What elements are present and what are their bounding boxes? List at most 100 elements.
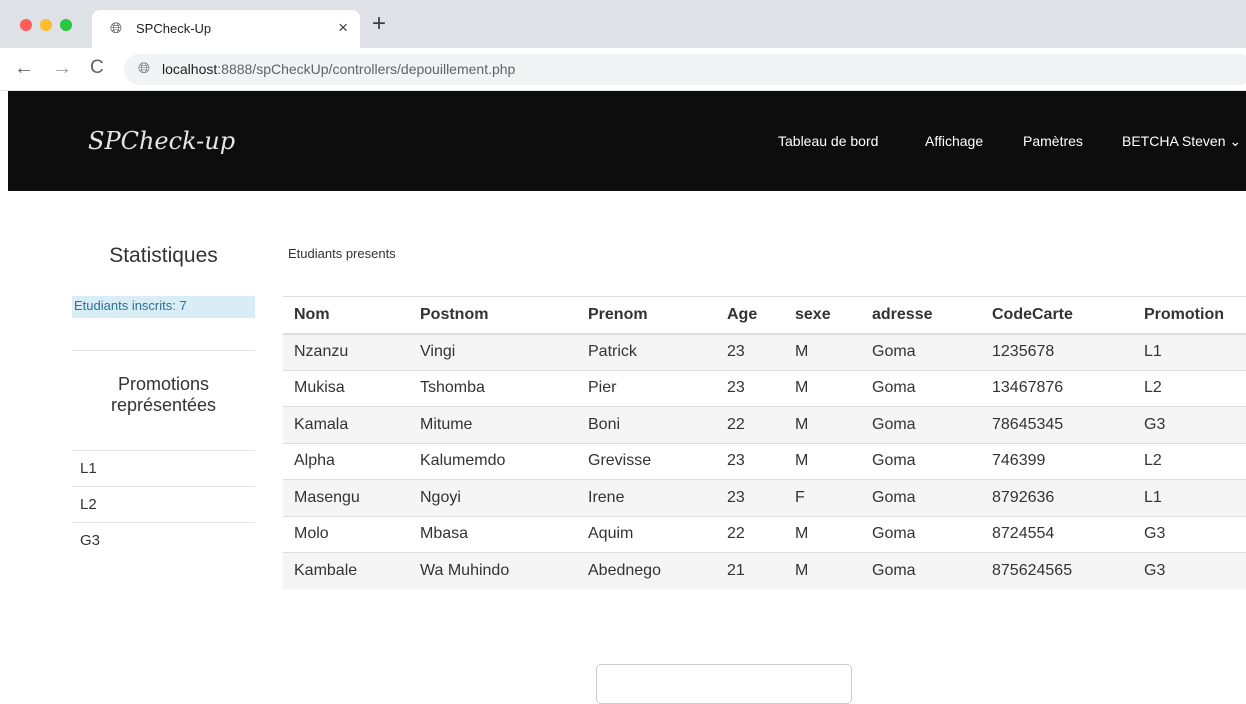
url-field[interactable]: 🌐︎ localhost:8888/spCheckUp/controllers/… [124, 54, 1246, 85]
cell-adresse: Goma [861, 333, 981, 370]
promotions-list: L1 L2 G3 [72, 451, 255, 559]
cell-promotion: L1 [1133, 479, 1246, 516]
cell-promotion: G3 [1133, 406, 1246, 443]
cell-promotion: L2 [1133, 442, 1246, 480]
brand-logo[interactable]: SPCheck-up [88, 127, 235, 155]
nav-tableau-de-bord[interactable]: Tableau de bord [778, 133, 878, 149]
browser-tab[interactable]: 🌐︎ SPCheck-Up × [92, 10, 360, 48]
cell-age: 21 [716, 552, 784, 589]
cell-age: 22 [716, 515, 784, 553]
cell-prenom: Irene [577, 479, 716, 516]
promotion-item-g3[interactable]: G3 [72, 523, 255, 559]
arrow-left-icon[interactable]: ← [14, 57, 34, 79]
url-path: :8888/spCheckUp/controllers/depouillemen… [217, 61, 516, 77]
cell-sexe: M [784, 406, 861, 443]
cell-age: 23 [716, 442, 784, 480]
statistics-title: Statistiques [109, 244, 218, 267]
cell-sexe: M [784, 333, 861, 370]
table-header-row: Nom Postnom Prenom Age sexe adresse Code… [283, 296, 1246, 335]
promotion-item-l2[interactable]: L2 [72, 487, 255, 523]
tab-title: SPCheck-Up [136, 21, 212, 36]
cell-promotion: L2 [1133, 369, 1246, 407]
cell-nom: Mukisa [283, 369, 409, 407]
cell-postnom: Kalumemdo [409, 442, 577, 480]
bottom-button[interactable] [596, 664, 852, 704]
site-info-icon[interactable]: 🌐︎ [138, 61, 150, 77]
table-row: Nzanzu Vingi Patrick 23 M Goma 1235678 L1 [283, 333, 1246, 370]
cell-promotion: G3 [1133, 552, 1246, 589]
maximize-window-button[interactable] [60, 19, 72, 31]
divider [72, 350, 255, 351]
column-header-codecarte: CodeCarte [981, 296, 1133, 335]
cell-prenom: Boni [577, 406, 716, 443]
nav-affichage[interactable]: Affichage [925, 133, 983, 149]
minimize-window-button[interactable] [40, 19, 52, 31]
cell-postnom: Vingi [409, 333, 577, 370]
cell-codecarte: 78645345 [981, 406, 1133, 443]
chevron-down-icon: ⌄ [1229, 133, 1242, 149]
promotions-title-line2: représentées [110, 395, 217, 415]
close-tab-icon[interactable]: × [338, 18, 348, 38]
cell-promotion: L1 [1133, 333, 1246, 370]
column-header-age: Age [716, 296, 784, 335]
cell-prenom: Aquim [577, 515, 716, 553]
cell-age: 23 [716, 333, 784, 370]
cell-postnom: Tshomba [409, 369, 577, 407]
promotions-title: Promotions représentées [72, 374, 255, 416]
user-name: BETCHA Steven [1122, 133, 1226, 149]
cell-codecarte: 8792636 [981, 479, 1133, 516]
cell-postnom: Mitume [409, 406, 577, 443]
cell-age: 22 [716, 406, 784, 443]
arrow-right-icon[interactable]: → [52, 57, 72, 79]
nav-user-menu[interactable]: BETCHA Steven ⌄ [1122, 133, 1241, 150]
table-row: Mukisa Tshomba Pier 23 M Goma 13467876 L2 [283, 369, 1246, 407]
cell-sexe: M [784, 442, 861, 480]
nav-parametres[interactable]: Pamètres [1023, 133, 1083, 149]
url-text: localhost:8888/spCheckUp/controllers/dep… [162, 61, 515, 77]
cell-adresse: Goma [861, 406, 981, 443]
table-row: Molo Mbasa Aquim 22 M Goma 8724554 G3 [283, 515, 1246, 553]
column-header-prenom: Prenom [577, 296, 716, 335]
cell-nom: Molo [283, 515, 409, 553]
reload-icon[interactable]: C [90, 57, 104, 79]
cell-sexe: M [784, 515, 861, 553]
cell-sexe: M [784, 369, 861, 407]
globe-icon: 🌐︎ [110, 20, 123, 37]
cell-codecarte: 8724554 [981, 515, 1133, 553]
table-row: Alpha Kalumemdo Grevisse 23 M Goma 746399 L2 [283, 442, 1246, 480]
url-host: localhost [162, 61, 218, 77]
address-bar: ← → C 🌐︎ localhost:8888/spCheckUp/contro… [0, 48, 1246, 91]
promotions-title-line1: Promotions [117, 374, 210, 394]
cell-nom: Masengu [283, 479, 409, 516]
cell-codecarte: 875624565 [981, 552, 1133, 589]
promotion-item-l1[interactable]: L1 [72, 451, 255, 487]
column-header-adresse: adresse [861, 296, 981, 335]
cell-prenom: Pier [577, 369, 716, 407]
cell-adresse: Goma [861, 515, 981, 553]
cell-codecarte: 13467876 [981, 369, 1133, 407]
column-header-sexe: sexe [784, 296, 861, 335]
table-row: Kamala Mitume Boni 22 M Goma 78645345 G3 [283, 406, 1246, 443]
cell-prenom: Grevisse [577, 442, 716, 480]
cell-age: 23 [716, 369, 784, 407]
cell-nom: Nzanzu [283, 333, 409, 370]
cell-postnom: Mbasa [409, 515, 577, 553]
cell-prenom: Abednego [577, 552, 716, 589]
cell-codecarte: 1235678 [981, 333, 1133, 370]
cell-adresse: Goma [861, 442, 981, 480]
students-table: Nom Postnom Prenom Age sexe adresse Code… [283, 296, 1246, 589]
browser-tab-bar: 🌐︎ SPCheck-Up × + [0, 0, 1246, 48]
table-row: Masengu Ngoyi Irene 23 F Goma 8792636 L1 [283, 479, 1246, 516]
cell-nom: Alpha [283, 442, 409, 480]
site-navbar: SPCheck-up Tableau de bord Affichage Pam… [8, 91, 1246, 191]
new-tab-button[interactable]: + [372, 12, 386, 36]
cell-adresse: Goma [861, 552, 981, 589]
table-row: Kambale Wa Muhindo Abednego 21 M Goma 87562456… [283, 552, 1246, 589]
cell-sexe: F [784, 479, 861, 516]
close-window-button[interactable] [20, 19, 32, 31]
cell-age: 23 [716, 479, 784, 516]
cell-promotion: G3 [1133, 515, 1246, 553]
cell-nom: Kambale [283, 552, 409, 589]
cell-prenom: Patrick [577, 333, 716, 370]
cell-adresse: Goma [861, 369, 981, 407]
